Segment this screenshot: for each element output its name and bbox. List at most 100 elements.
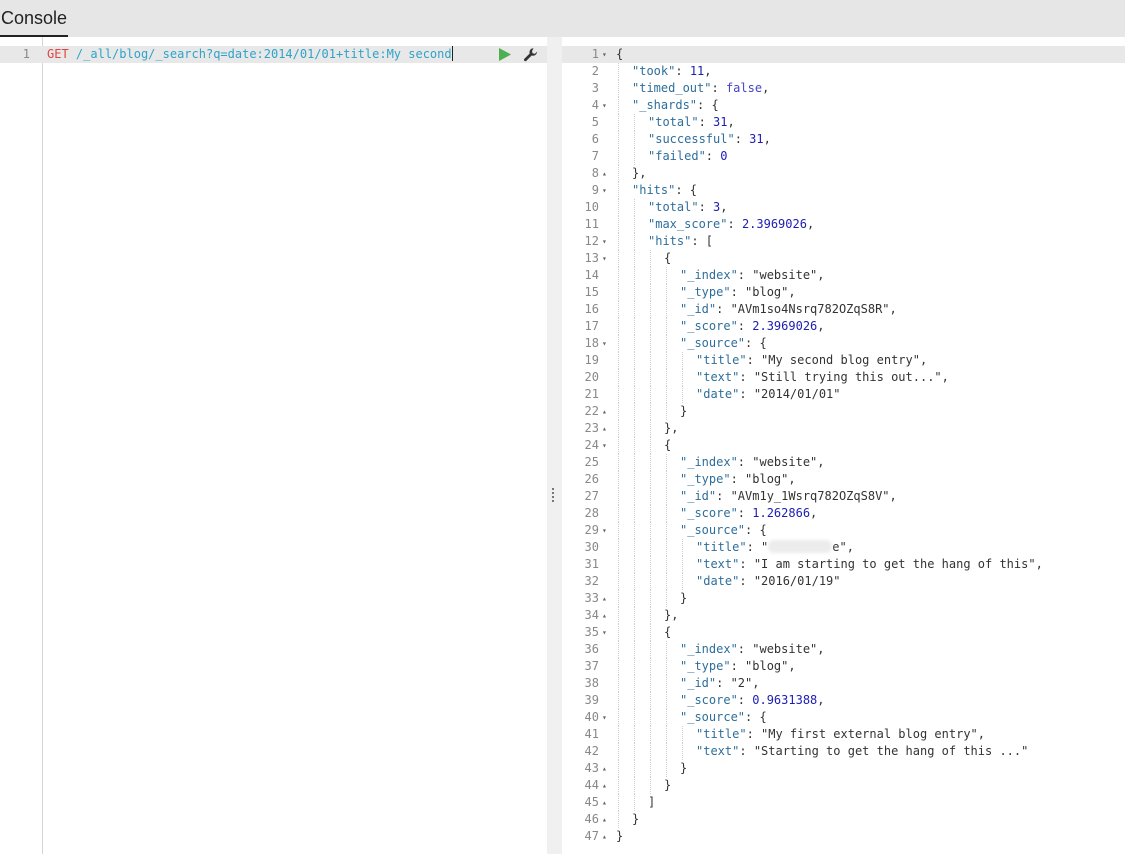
json-code: "hits": { (632, 182, 697, 199)
indent-guide (618, 114, 619, 131)
indent-guide (666, 573, 667, 590)
fold-arrow-down-icon[interactable]: ▾ (602, 709, 610, 726)
fold-arrow-up-icon[interactable]: ▴ (602, 165, 610, 182)
fold-arrow-up-icon[interactable]: ▴ (602, 607, 610, 624)
response-line: 1 ▾ { (562, 46, 1125, 63)
fold-arrow-up-icon[interactable]: ▴ (602, 811, 610, 828)
fold-arrow-down-icon[interactable]: ▾ (602, 522, 610, 539)
json-punctuation: , (762, 81, 770, 95)
line-number: 33 (584, 591, 599, 605)
response-line: 17 "_score": 2.3969026, (562, 318, 1125, 335)
indent-guide (618, 777, 619, 794)
response-line: 10 "total": 3, (562, 199, 1125, 216)
request-settings-button[interactable] (523, 47, 539, 63)
json-value: "My second blog entry" (761, 353, 920, 367)
indent-guide (618, 624, 619, 641)
json-key: "_id" (680, 302, 717, 316)
indent-guide (650, 352, 651, 369)
json-code: "failed": 0 (648, 148, 727, 165)
indent-guide (634, 692, 635, 709)
json-punctuation: , (817, 268, 825, 282)
json-punctuation: : (716, 489, 731, 503)
fold-arrow-up-icon[interactable]: ▴ (602, 403, 610, 420)
json-code: } (632, 811, 639, 828)
fold-arrow-up-icon[interactable]: ▴ (602, 760, 610, 777)
json-punctuation: : (737, 693, 753, 707)
json-key: "failed" (648, 149, 706, 163)
response-line: 14 "_index": "website", (562, 267, 1125, 284)
indent-guide (682, 573, 683, 590)
indent-guide (666, 641, 667, 658)
fold-arrow-down-icon[interactable]: ▾ (602, 182, 610, 199)
json-punctuation: : (730, 659, 746, 673)
indent-guide (634, 743, 635, 760)
json-code: "_score": 2.3969026, (680, 318, 825, 335)
fold-arrow-down-icon[interactable]: ▾ (602, 250, 610, 267)
json-code: "_type": "blog", (680, 284, 796, 301)
fold-arrow-up-icon[interactable]: ▴ (602, 420, 610, 437)
json-code: "_type": "blog", (680, 658, 796, 675)
fold-arrow-up-icon[interactable]: ▴ (602, 590, 610, 607)
json-key: "_source" (680, 336, 746, 350)
json-key: "_id" (680, 676, 717, 690)
request-editor[interactable]: 1 GET /_all/blog/_search?q=date:2014/01/… (0, 37, 547, 854)
indent-guide (650, 471, 651, 488)
json-code: } (664, 777, 671, 794)
indent-guide (618, 369, 619, 386)
json-code: "_type": "blog", (680, 471, 796, 488)
indent-guide (634, 658, 635, 675)
response-line: 15 "_type": "blog", (562, 284, 1125, 301)
fold-arrow-up-icon[interactable]: ▴ (602, 777, 610, 794)
line-number: 15 (584, 285, 599, 299)
line-number: 21 (584, 387, 599, 401)
fold-arrow-down-icon[interactable]: ▾ (602, 97, 610, 114)
response-line: 39 "_score": 0.9631388, (562, 692, 1125, 709)
pane-divider[interactable] (547, 37, 562, 854)
indent-guide (666, 505, 667, 522)
indent-guide (666, 471, 667, 488)
json-punctuation: , (1035, 557, 1043, 571)
json-punctuation: } (632, 812, 640, 826)
fold-arrow-down-icon[interactable]: ▾ (602, 46, 610, 63)
fold-arrow-up-icon[interactable]: ▴ (602, 794, 610, 811)
json-key: "_id" (680, 489, 717, 503)
fold-arrow-up-icon[interactable]: ▴ (602, 828, 610, 845)
line-number: 30 (584, 540, 599, 554)
json-key: "took" (632, 64, 676, 78)
indent-guide (650, 420, 651, 437)
indent-guide (634, 233, 635, 250)
indent-guide (634, 301, 635, 318)
indent-guide (650, 692, 651, 709)
indent-guide (650, 641, 651, 658)
response-lines: 1 ▾{2 "took": 11, 3 "timed_out": false, 4 ▾ "_s… (562, 46, 1125, 845)
json-punctuation: : (746, 540, 762, 554)
indent-guide (618, 301, 619, 318)
tab-console[interactable]: Console (0, 0, 69, 37)
fold-arrow-down-icon[interactable]: ▾ (602, 624, 610, 641)
resize-handle[interactable] (552, 488, 554, 502)
fold-arrow-down-icon[interactable]: ▾ (602, 233, 610, 250)
fold-arrow-down-icon[interactable]: ▾ (602, 335, 610, 352)
fold-arrow-down-icon[interactable]: ▾ (602, 437, 610, 454)
indent-guide (634, 522, 635, 539)
json-punctuation: , (788, 285, 796, 299)
json-punctuation: , (817, 319, 825, 333)
indent-guide (634, 641, 635, 658)
run-request-button[interactable] (498, 47, 512, 62)
indent-guide (650, 403, 651, 420)
json-value: "AVm1y_1Wsrq782OZqS8V" (730, 489, 890, 503)
json-value: 0 (720, 149, 728, 163)
json-punctuation: : (727, 217, 742, 231)
indent-guide (666, 267, 667, 284)
request-gutter (0, 37, 43, 854)
indent-guide (634, 369, 635, 386)
json-key: "max_score" (648, 217, 728, 231)
indent-guide (666, 386, 667, 403)
json-code: "date": "2016/01/19" (696, 573, 841, 590)
json-value: false (725, 81, 763, 95)
response-line: 16 "_id": "AVm1so4Nsrq782OZqS8R", (562, 301, 1125, 318)
response-line: 26 "_type": "blog", (562, 471, 1125, 488)
json-code: }, (664, 420, 678, 437)
request-line[interactable]: GET /_all/blog/_search?q=date:2014/01/01… (47, 46, 453, 63)
indent-guide (666, 709, 667, 726)
